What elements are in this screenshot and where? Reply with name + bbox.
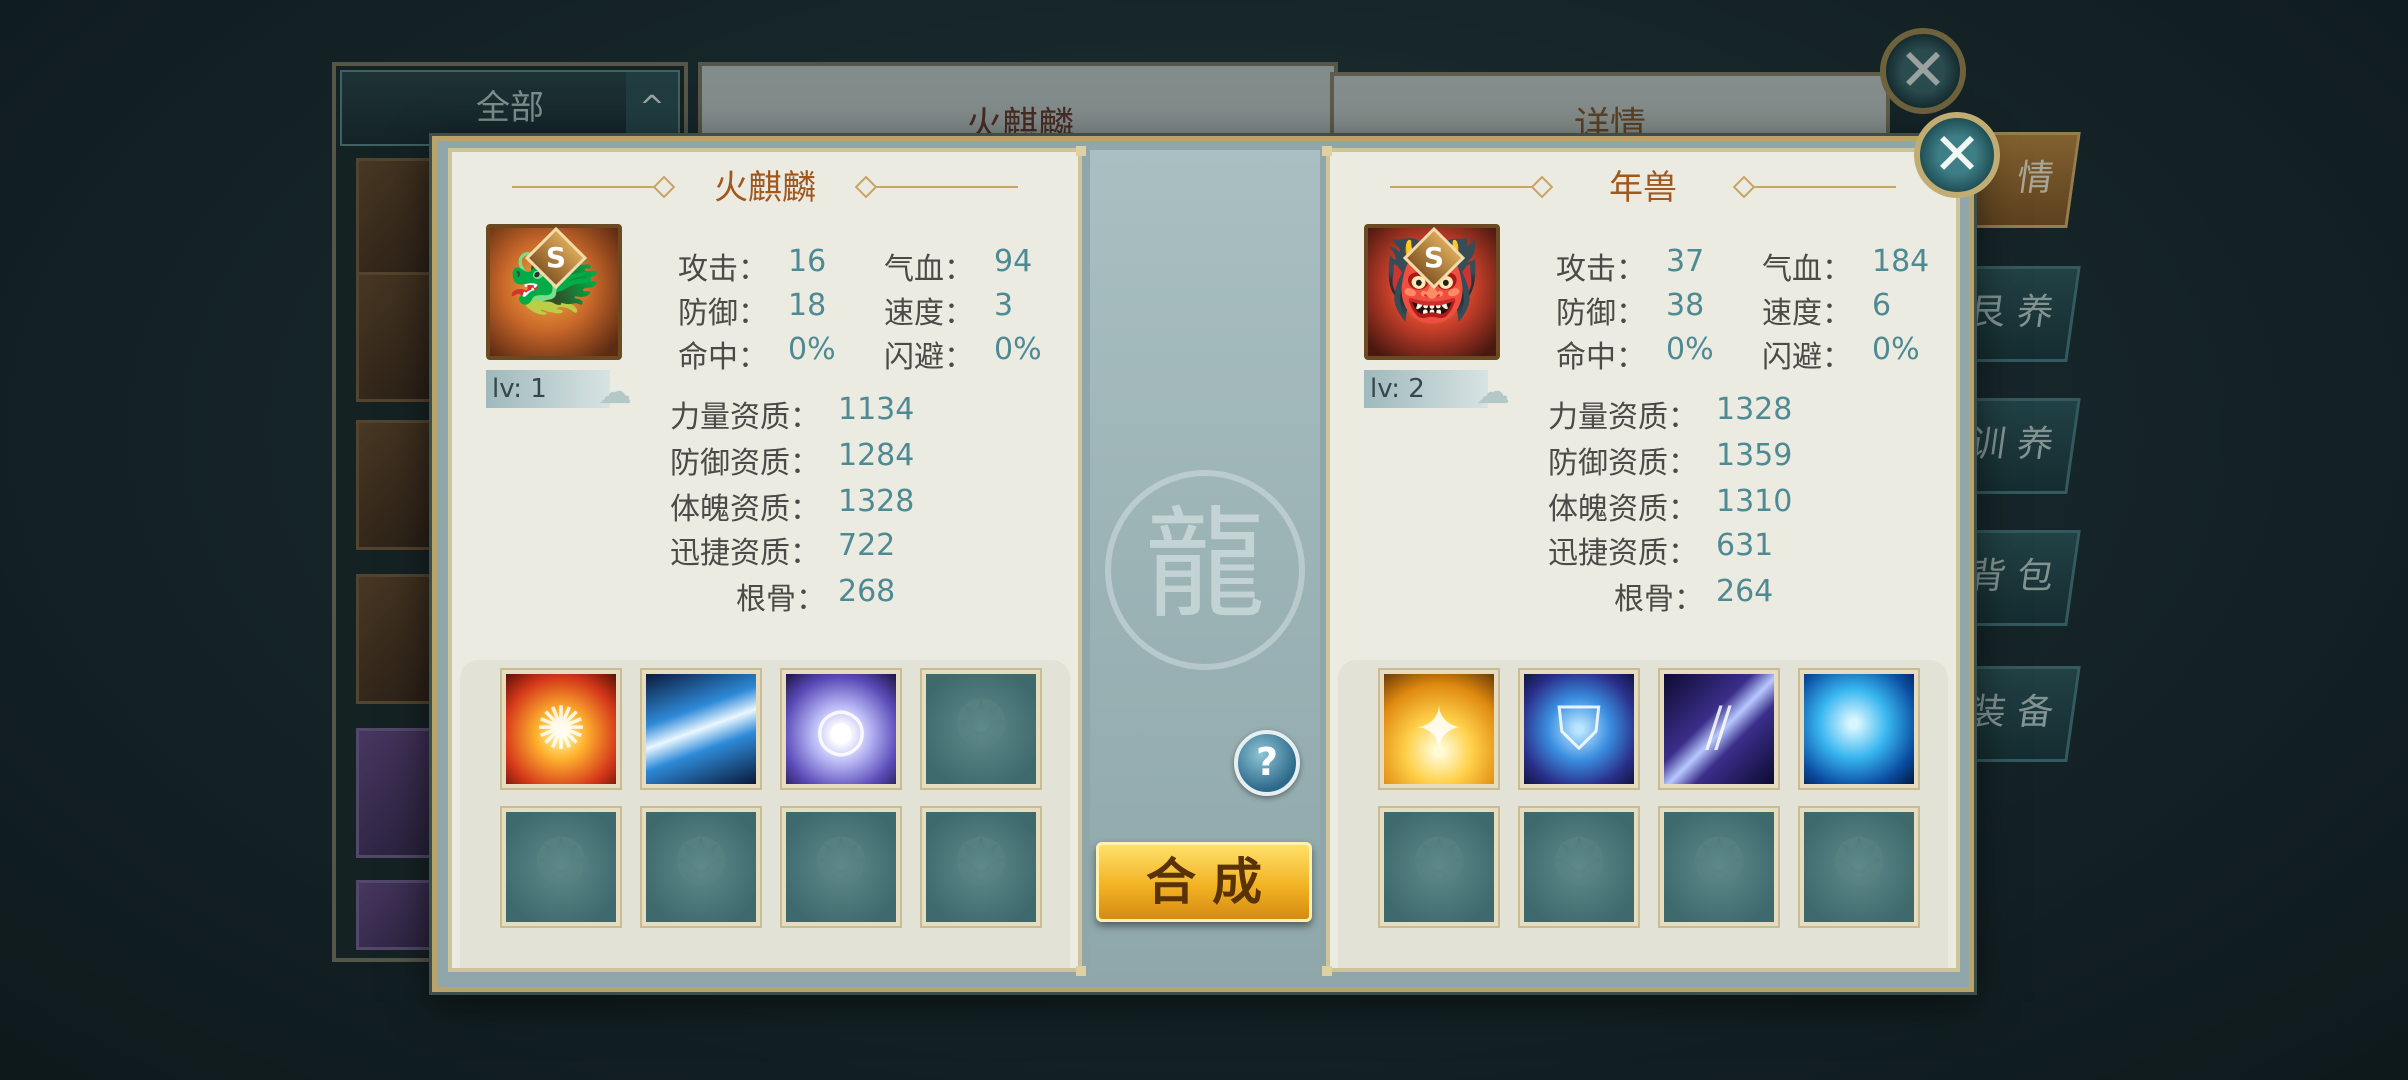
empty-skill-slot[interactable]: [780, 806, 902, 928]
skill-grid: ✺ ◎: [460, 660, 1070, 968]
defense-aptitude-label: 防御资质：: [1548, 446, 1698, 481]
help-button[interactable]: ?: [1234, 730, 1300, 796]
spirit-orb-skill-icon[interactable]: ◎: [780, 668, 902, 790]
empty-skill-slot[interactable]: [500, 806, 622, 928]
fire-burst-skill-icon[interactable]: ✺: [500, 668, 622, 790]
cloud-ornament-icon: ☁: [1476, 372, 1510, 412]
defense-label: 防御：: [1556, 296, 1646, 331]
hit-label: 命中：: [678, 340, 768, 375]
hp-value: 94: [994, 244, 1033, 279]
corner-ornament: [1322, 146, 1332, 156]
empty-skill-slot[interactable]: [640, 806, 762, 928]
power-aptitude-label: 力量资质：: [670, 400, 820, 435]
right-pet-card: 年兽 👹 S lv: 2 ☁ 攻击： 37 气血： 184 防御： 38 速度：…: [1326, 148, 1960, 972]
power-aptitude-label: 力量资质：: [1548, 400, 1698, 435]
root-value: 264: [1716, 574, 1774, 609]
wind-slash-skill-icon[interactable]: [640, 668, 762, 790]
speed-label: 速度：: [1762, 296, 1852, 331]
speed-value: 3: [994, 288, 1014, 323]
empty-skill-slot[interactable]: [1518, 806, 1640, 928]
pet-name: 年兽: [1609, 168, 1677, 208]
level-label: lv: 1: [486, 370, 610, 408]
empty-skill-slot[interactable]: [1658, 806, 1780, 928]
defense-value: 18: [788, 288, 827, 323]
hp-label: 气血：: [884, 252, 974, 287]
shield-skill-icon[interactable]: ⛉: [1518, 668, 1640, 790]
agility-aptitude-label: 迅捷资质：: [670, 536, 820, 571]
defense-aptitude-value: 1359: [1716, 438, 1793, 473]
rank-label: S: [545, 241, 567, 274]
cloud-ornament-icon: ☁: [598, 372, 632, 412]
empty-skill-slot[interactable]: [1378, 806, 1500, 928]
hit-value: 0%: [788, 332, 836, 367]
attack-value: 16: [788, 244, 827, 279]
swirl-icon: ◎: [814, 694, 868, 764]
dodge-value: 0%: [994, 332, 1042, 367]
corner-ornament: [1322, 966, 1332, 976]
speed-value: 6: [1872, 288, 1892, 323]
empty-skill-slot[interactable]: [920, 668, 1042, 790]
shield-icon: ⛉: [1556, 694, 1602, 764]
claw-icon: ⫽: [1705, 694, 1733, 764]
dodge-label: 闪避：: [1762, 340, 1852, 375]
physique-aptitude-value: 1310: [1716, 484, 1793, 519]
physique-aptitude-label: 体魄资质：: [1548, 492, 1698, 527]
rank-label: S: [1423, 241, 1445, 274]
left-pet-card: 火麒麟 🐲 S lv: 1 ☁ 攻击： 16 气血： 94 防御： 18 速度：…: [448, 148, 1082, 972]
empty-skill-slot[interactable]: [920, 806, 1042, 928]
dodge-value: 0%: [1872, 332, 1920, 367]
compose-button[interactable]: 合成: [1096, 842, 1312, 922]
root-label: 根骨：: [1614, 582, 1704, 617]
dodge-label: 闪避：: [884, 340, 974, 375]
agility-aptitude-value: 722: [838, 528, 896, 563]
agility-aptitude-label: 迅捷资质：: [1548, 536, 1698, 571]
power-aptitude-value: 1134: [838, 392, 915, 427]
level-label: lv: 2: [1364, 370, 1488, 408]
golden-blaze-skill-icon[interactable]: ✦: [1378, 668, 1500, 790]
corner-ornament: [1076, 146, 1086, 156]
claw-strike-skill-icon[interactable]: ⫽: [1658, 668, 1780, 790]
skill-grid: ✦ ⛉ ⫽: [1338, 660, 1948, 968]
dragon-emblem-icon: 龍: [1105, 470, 1305, 670]
corner-ornament: [1076, 966, 1086, 976]
physique-aptitude-value: 1328: [838, 484, 915, 519]
pet-name: 火麒麟: [714, 168, 816, 208]
attack-value: 37: [1666, 244, 1705, 279]
defense-value: 38: [1666, 288, 1705, 323]
physique-aptitude-label: 体魄资质：: [670, 492, 820, 527]
root-label: 根骨：: [736, 582, 826, 617]
ice-beast-skill-icon[interactable]: [1798, 668, 1920, 790]
speed-label: 速度：: [884, 296, 974, 331]
close-icon[interactable]: ✕: [1914, 112, 2000, 198]
defense-aptitude-label: 防御资质：: [670, 446, 820, 481]
agility-aptitude-value: 631: [1716, 528, 1774, 563]
hit-value: 0%: [1666, 332, 1714, 367]
hp-value: 184: [1872, 244, 1930, 279]
attack-label: 攻击：: [1556, 252, 1646, 287]
hp-label: 气血：: [1762, 252, 1852, 287]
light-burst-icon: ✦: [1413, 694, 1465, 764]
root-value: 268: [838, 574, 896, 609]
power-aptitude-value: 1328: [1716, 392, 1793, 427]
hit-label: 命中：: [1556, 340, 1646, 375]
empty-skill-slot[interactable]: [1798, 806, 1920, 928]
defense-label: 防御：: [678, 296, 768, 331]
defense-aptitude-value: 1284: [838, 438, 915, 473]
attack-label: 攻击：: [678, 252, 768, 287]
flame-icon: ✺: [535, 694, 587, 764]
